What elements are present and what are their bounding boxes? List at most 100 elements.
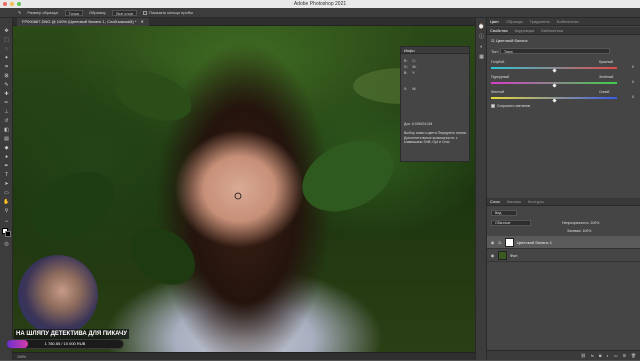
fill-row: Заливка: 100% bbox=[567, 229, 591, 233]
panel-icon-strip: ⌚ ⓘ ◐ ▦ bbox=[475, 18, 486, 360]
more-tools-icon[interactable]: ••• bbox=[3, 218, 10, 225]
slider1-value[interactable]: 0 bbox=[632, 65, 634, 69]
tab-paths[interactable]: Контуры bbox=[528, 199, 544, 204]
options-bar: ✎ Размер образца: Точка Образец: Все сло… bbox=[0, 8, 640, 18]
tab-swatches[interactable]: Образцы bbox=[506, 19, 523, 24]
adjustments-icon[interactable]: ◐ bbox=[478, 44, 485, 51]
visibility-eye-icon[interactable]: ◉ bbox=[490, 253, 495, 258]
zoom-tool-icon[interactable]: ⚲ bbox=[3, 208, 10, 215]
layers-tabs: Слои Каналы Контуры bbox=[487, 198, 640, 206]
move-tool-icon[interactable]: ✥ bbox=[3, 28, 10, 35]
slider-thumb[interactable] bbox=[551, 68, 557, 73]
tab-channels[interactable]: Каналы bbox=[507, 199, 521, 204]
healing-brush-icon[interactable]: ✚ bbox=[3, 91, 10, 98]
visibility-eye-icon[interactable]: ◉ bbox=[490, 240, 495, 245]
folder-icon[interactable]: ▭ bbox=[614, 353, 618, 358]
tab-adjustments[interactable]: Коррекция bbox=[515, 28, 535, 33]
app-title: Adobe Photoshop 2021 bbox=[293, 1, 347, 7]
preserve-luminosity-checkbox[interactable]: Сохранить свечение bbox=[491, 104, 531, 109]
slider2-left-label: Пурпурный bbox=[491, 75, 510, 79]
layer-name[interactable]: Фон bbox=[510, 253, 517, 258]
gradient-tool-icon[interactable]: ▤ bbox=[3, 136, 10, 143]
quick-select-tool-icon[interactable]: ✦ bbox=[3, 55, 10, 62]
layer-thumbnail[interactable] bbox=[498, 250, 507, 260]
dodge-tool-icon[interactable]: ● bbox=[3, 154, 10, 161]
tab-color[interactable]: Цвет bbox=[490, 19, 499, 24]
document-tab-title: FP000867.DNG @ 100% (Цветовой баланс 1, … bbox=[22, 19, 137, 24]
magenta-green-slider[interactable] bbox=[491, 82, 617, 88]
new-adjustment-icon[interactable]: ◐ bbox=[606, 353, 608, 358]
slider3-right-label: Синий bbox=[599, 90, 610, 94]
slider-thumb[interactable] bbox=[551, 98, 557, 103]
fill-value[interactable]: 100% bbox=[582, 229, 591, 233]
preserve-luminosity-label: Сохранить свечение bbox=[497, 104, 531, 108]
slider-thumb[interactable] bbox=[551, 83, 557, 88]
path-select-icon[interactable]: ➤ bbox=[3, 181, 10, 188]
sample-size-label: Размер образца: bbox=[27, 10, 59, 15]
sample-select[interactable]: Все слои bbox=[112, 9, 138, 16]
layer-kind-select[interactable]: Вид bbox=[491, 210, 517, 216]
cyan-red-slider[interactable] bbox=[491, 67, 617, 73]
adjustment-name: Цветовой баланс bbox=[495, 38, 528, 43]
clone-stamp-icon[interactable]: ⊥ bbox=[3, 109, 10, 116]
trash-icon[interactable]: 🗑 bbox=[631, 353, 636, 358]
history-brush-icon[interactable]: ↺ bbox=[3, 118, 10, 125]
slider3-value[interactable]: 0 bbox=[632, 95, 634, 99]
info-icon[interactable]: ⓘ bbox=[478, 34, 485, 41]
mask-icon[interactable]: ◙ bbox=[599, 353, 601, 358]
info-doc-size: Док: 6,00M/24,0M bbox=[404, 122, 433, 126]
sample-size-select[interactable]: Точка bbox=[64, 9, 84, 16]
styles-icon[interactable]: ▦ bbox=[478, 54, 485, 61]
yellow-blue-slider[interactable] bbox=[491, 97, 617, 103]
frame-tool-icon[interactable]: ⊠ bbox=[3, 73, 10, 80]
webcam-overlay bbox=[18, 255, 98, 335]
background-color-swatch[interactable] bbox=[5, 231, 11, 237]
fx-icon[interactable]: fx bbox=[591, 353, 594, 358]
marquee-tool-icon[interactable]: ⬚ bbox=[3, 37, 10, 44]
tab-properties[interactable]: Свойства bbox=[490, 28, 508, 33]
info-panel[interactable]: Инфо R: C: G: M: B: Y: X: W: Док: 6,00M/… bbox=[400, 46, 470, 162]
info-rgb-readout: R: C: bbox=[404, 59, 416, 63]
tab-libraries[interactable]: Библиотеки bbox=[557, 19, 579, 24]
quick-mask-icon[interactable]: ◎ bbox=[3, 241, 10, 248]
info-panel-title: Инфо bbox=[401, 47, 469, 54]
eraser-tool-icon[interactable]: ◧ bbox=[3, 127, 10, 134]
history-icon[interactable]: ⌚ bbox=[478, 24, 485, 31]
tone-select[interactable]: Тона bbox=[499, 48, 610, 54]
eyedropper-tool-icon[interactable]: ✎ bbox=[3, 82, 10, 89]
color-balance-icon: ⚖ bbox=[491, 38, 495, 43]
tab-gradients[interactable]: Градиенты bbox=[530, 19, 550, 24]
shape-tool-icon[interactable]: ▭ bbox=[3, 190, 10, 197]
tab-properties-libraries[interactable]: Библиотеки bbox=[541, 28, 563, 33]
slider3-left-label: Желтый bbox=[491, 90, 505, 94]
layer-mask-thumbnail[interactable] bbox=[504, 237, 514, 247]
opacity-value[interactable]: 100% bbox=[590, 221, 599, 225]
close-tab-icon[interactable]: ✕ bbox=[141, 19, 144, 24]
fill-label: Заливка: bbox=[567, 229, 582, 233]
brush-tool-icon[interactable]: ✏ bbox=[3, 100, 10, 107]
tab-layers[interactable]: Слои bbox=[490, 199, 500, 204]
status-bar: 100% bbox=[13, 352, 475, 360]
tools-panel: ✥ ⬚ ◌ ✦ ⌗ ⊠ ✎ ✚ ✏ ⊥ ↺ ◧ ▤ ◆ ● ✒ T ➤ ▭ ✋ … bbox=[0, 18, 13, 360]
pen-tool-icon[interactable]: ✒ bbox=[3, 163, 10, 170]
layer-row-color-balance[interactable]: ◉ ⚖ Цветовой баланс 1 bbox=[487, 236, 640, 249]
blur-tool-icon[interactable]: ◆ bbox=[3, 145, 10, 152]
layer-row-background[interactable]: ◉ Фон bbox=[487, 249, 640, 262]
adjustment-title: ⚖ Цветовой баланс bbox=[491, 38, 528, 43]
layer-name[interactable]: Цветовой баланс 1 bbox=[517, 240, 552, 245]
new-layer-icon[interactable]: ⊞ bbox=[623, 353, 626, 358]
blend-mode-select[interactable]: Обычные bbox=[491, 220, 531, 226]
slider2-value[interactable]: 0 bbox=[632, 80, 634, 84]
layer-filter-row: Вид bbox=[491, 210, 517, 216]
link-icon[interactable]: ⛓ bbox=[581, 353, 586, 358]
lasso-tool-icon[interactable]: ◌ bbox=[3, 46, 10, 53]
eyedropper-icon[interactable]: ✎ bbox=[18, 10, 21, 15]
document-tab[interactable]: FP000867.DNG @ 100% (Цветовой баланс 1, … bbox=[17, 18, 149, 26]
show-ring-checkbox[interactable]: Показать кольцо пробы bbox=[143, 10, 193, 15]
hand-tool-icon[interactable]: ✋ bbox=[3, 199, 10, 206]
crop-tool-icon[interactable]: ⌗ bbox=[3, 64, 10, 71]
info-position: X: W: bbox=[404, 87, 417, 91]
slider2-right-label: Зелёный bbox=[599, 75, 614, 79]
type-tool-icon[interactable]: T bbox=[3, 172, 10, 179]
right-panel: Цвет Образцы Градиенты Библиотеки Свойст… bbox=[486, 18, 640, 360]
